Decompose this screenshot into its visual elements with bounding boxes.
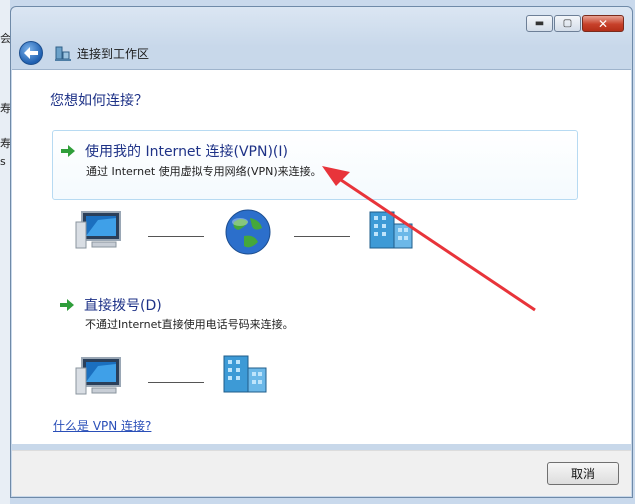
annotation-arrow <box>322 166 536 312</box>
